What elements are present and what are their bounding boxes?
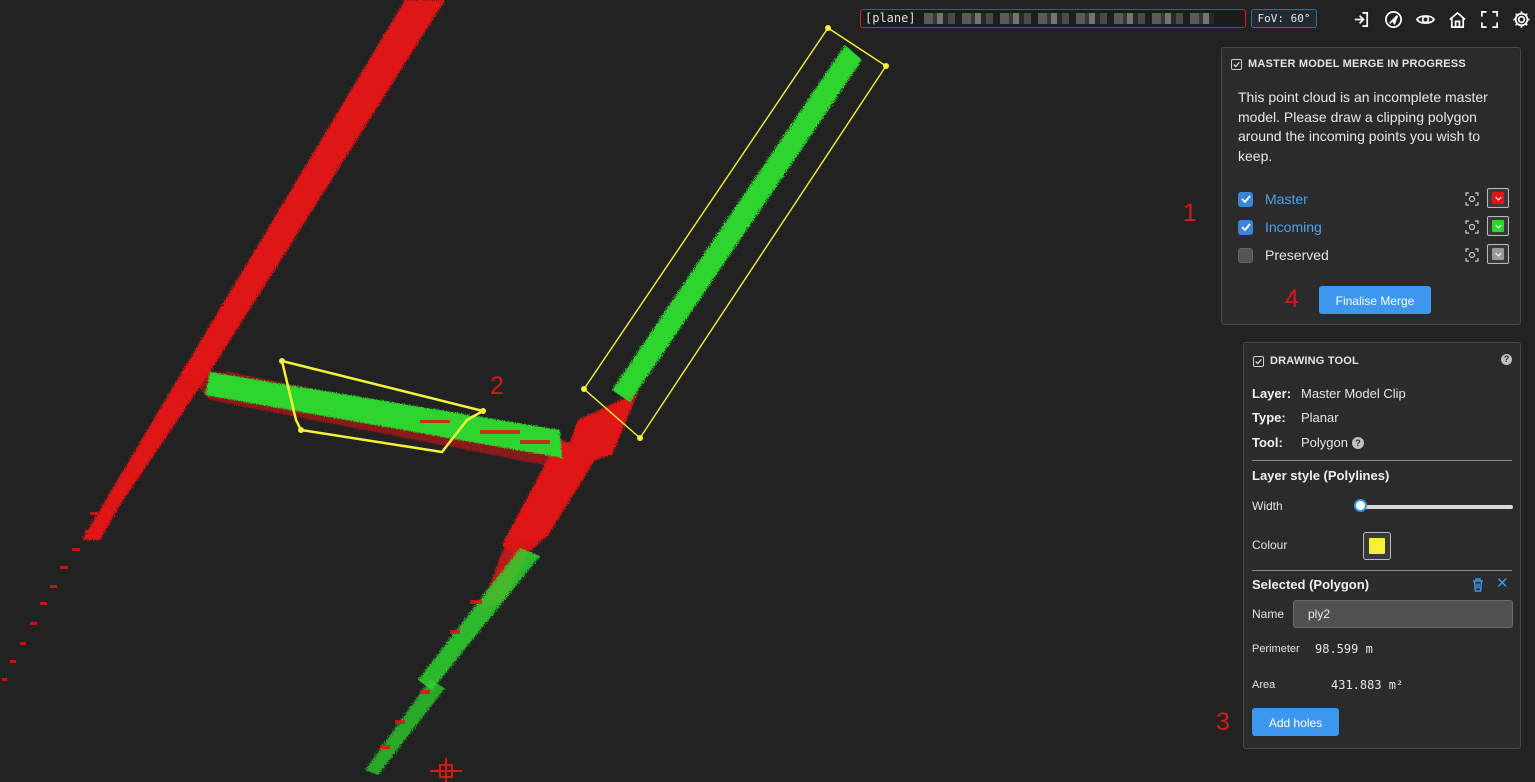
layer-style-heading: Layer style (Polylines) [1252,468,1390,483]
area-label: Area [1252,679,1276,691]
fov-indicator[interactable]: FoV: 60° [1251,9,1317,28]
drawing-panel-header[interactable]: DRAWING TOOL [1253,355,1359,367]
incoming-color-swatch [1492,220,1504,232]
type-key: Type: [1252,410,1286,425]
width-slider[interactable] [1354,499,1513,512]
selected-heading: Selected (Polygon) [1252,577,1370,592]
plane-selector[interactable]: [plane] [860,9,1246,28]
plane-label: [plane] [865,11,916,25]
layer-row-master: Master [1238,188,1510,210]
perimeter-label: Perimeter [1252,643,1300,655]
merge-panel: MASTER MODEL MERGE IN PROGRESS This poin… [1221,47,1521,325]
drawing-tool-panel: DRAWING TOOL ? Layer: Master Model Clip T… [1243,342,1521,749]
width-label: Width [1252,499,1283,513]
trash-icon[interactable] [1472,578,1484,592]
type-value: Planar [1301,410,1339,425]
type-info: Type: Planar [1252,410,1339,425]
help-icon[interactable]: ? [1501,354,1512,365]
perimeter-value: 98.599 m [1315,642,1373,656]
colour-picker[interactable] [1363,532,1391,560]
layer-value: Master Model Clip [1301,386,1406,401]
layer-row-preserved: Preserved [1238,244,1510,266]
crosshair-cursor-icon [430,758,462,782]
preserved-color-picker[interactable] [1487,244,1509,264]
collapse-checkbox-icon[interactable] [1253,355,1264,367]
layer-info: Layer: Master Model Clip [1252,386,1406,401]
tool-key: Tool: [1252,435,1283,450]
merge-description: This point cloud is an incomplete master… [1238,89,1488,164]
add-holes-button[interactable]: Add holes [1252,708,1339,736]
eye-icon[interactable] [1414,8,1436,30]
master-color-picker[interactable] [1487,188,1509,208]
master-checkbox[interactable] [1238,191,1253,207]
preserved-color-swatch [1492,248,1504,260]
incoming-checkbox[interactable] [1238,219,1253,235]
annotation-3: 3 [1216,708,1230,736]
tool-value: Polygon [1301,435,1348,450]
navigate-icon[interactable] [1382,8,1404,30]
preserved-checkbox[interactable] [1238,247,1253,263]
finalise-merge-button[interactable]: Finalise Merge [1319,286,1431,314]
tool-info: Tool: Polygon? [1252,435,1364,450]
layer-name-incoming[interactable]: Incoming [1265,219,1322,235]
area-value: 431.883 m² [1331,678,1404,692]
annotation-2: 2 [490,372,504,400]
close-icon[interactable]: ✕ [1496,576,1509,591]
mixed-points [380,420,550,749]
merge-panel-header[interactable]: MASTER MODEL MERGE IN PROGRESS [1231,58,1466,70]
viewer-toolbar [1350,8,1532,30]
fullscreen-icon[interactable] [1478,8,1500,30]
merge-panel-title: MASTER MODEL MERGE IN PROGRESS [1248,58,1466,70]
divider [1252,460,1512,461]
colour-label: Colour [1252,538,1288,552]
sign-in-icon[interactable] [1350,8,1372,30]
master-color-swatch [1492,192,1504,204]
settings-icon[interactable] [1510,8,1532,30]
name-label: Name [1252,607,1285,621]
width-slider-thumb[interactable] [1354,499,1367,512]
polygon-name-input[interactable] [1293,600,1513,628]
focus-icon[interactable] [1465,220,1479,234]
incoming-point-cloud [205,45,862,775]
home-icon[interactable] [1446,8,1468,30]
focus-icon[interactable] [1465,248,1479,262]
master-point-cloud [82,0,638,610]
annotation-4: 4 [1285,285,1299,313]
divider [1252,570,1512,571]
drawing-panel-title: DRAWING TOOL [1270,355,1359,367]
layer-row-incoming: Incoming [1238,216,1510,238]
help-icon[interactable]: ? [1351,437,1364,449]
collapse-checkbox-icon[interactable] [1231,58,1242,70]
focus-icon[interactable] [1465,192,1479,206]
incoming-color-picker[interactable] [1487,216,1509,236]
colour-swatch [1369,538,1385,554]
layer-name-master[interactable]: Master [1265,191,1308,207]
redacted-plane-name [923,13,1214,24]
layer-key: Layer: [1252,386,1292,401]
annotation-1: 1 [1183,199,1197,227]
layer-name-preserved: Preserved [1265,247,1329,263]
